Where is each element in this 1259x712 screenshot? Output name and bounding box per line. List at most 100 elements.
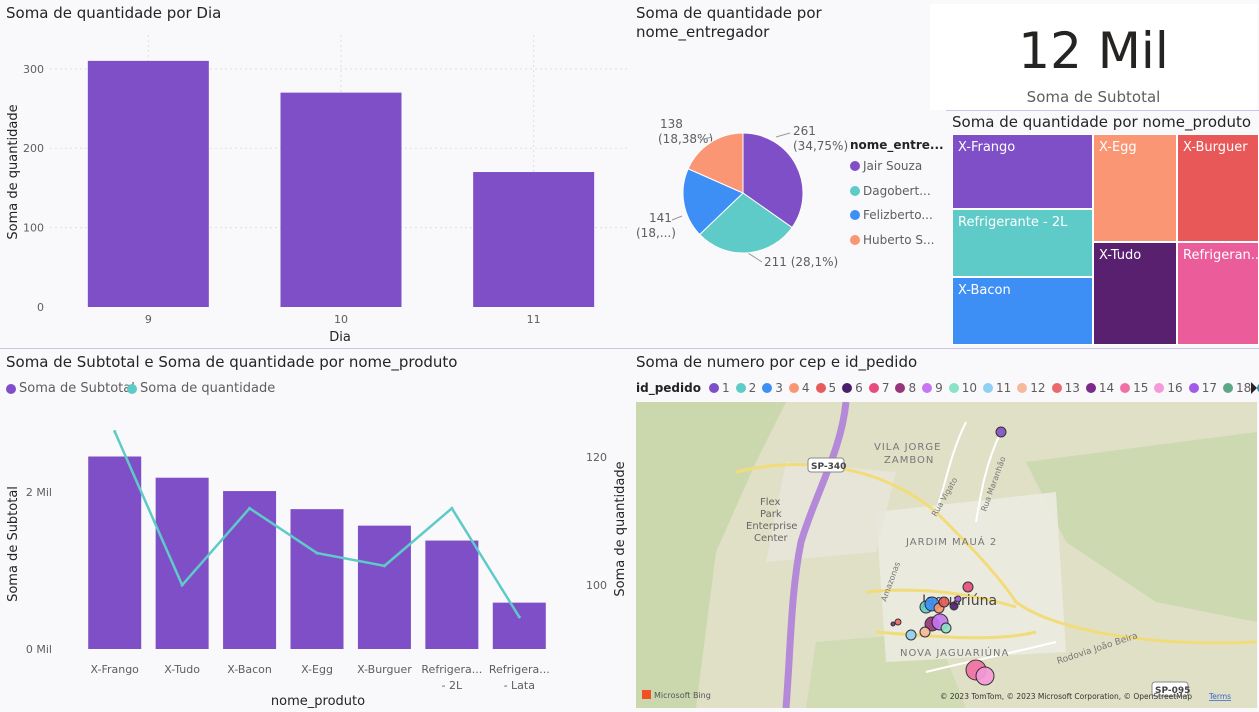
y-left-tick-label: 2 Mil (26, 486, 52, 499)
pie-legend-item-felizberto[interactable]: Felizberto... (850, 208, 933, 222)
legend-dot-icon (868, 383, 879, 393)
legend-dot-icon (1154, 383, 1165, 393)
treemap-cell-x-tudo[interactable]: X-Tudo (1093, 242, 1177, 345)
map-point[interactable] (940, 622, 952, 634)
map-legend-item-18[interactable]: 18 (1222, 381, 1251, 395)
combo-bar-4[interactable] (357, 525, 411, 649)
pie-label-huberto-value: 138 (660, 117, 683, 131)
treemap-cell-x-burguer[interactable]: X-Burguer (1177, 134, 1259, 242)
combo-bar-6[interactable] (492, 602, 546, 649)
map-legend-item-5[interactable]: 5 (815, 381, 836, 395)
map-point[interactable] (954, 595, 962, 603)
legend-dot-icon (922, 383, 933, 393)
treemap-cell-refrigerante-lata[interactable]: Refrigeran... (1177, 242, 1259, 345)
map-legend-item-2[interactable]: 2 (735, 381, 757, 395)
map-legend-label: 2 (748, 381, 757, 395)
map-legend-label: 17 (1201, 381, 1217, 395)
pie-leader-jair (775, 132, 791, 138)
bar-day-9[interactable] (87, 60, 209, 308)
combo-x-axis-title: nome_produto (271, 694, 365, 709)
treemap-cell-x-frango[interactable]: X-Frango (952, 134, 1093, 209)
map-legend-item-1[interactable]: 1 (708, 381, 730, 395)
pie-chart-visual[interactable]: Soma de quantidade por nome_entregador 2… (630, 0, 944, 348)
pie-legend-item-huberto[interactable]: Huberto S... (850, 233, 934, 247)
map-point[interactable] (938, 596, 950, 608)
combo-bar-2[interactable] (223, 491, 277, 649)
map-legend-item-4[interactable]: 4 (788, 381, 810, 395)
combo-line-point-0[interactable] (113, 430, 117, 434)
legend-dot-icon (1017, 383, 1028, 393)
legend-dot-icon (815, 383, 826, 393)
combo-bar-5[interactable] (425, 540, 479, 649)
map-legend-item-16[interactable]: 16 (1154, 381, 1183, 395)
combo-line-point-4[interactable] (382, 564, 386, 568)
map-legend-item-14[interactable]: 14 (1085, 381, 1114, 395)
map-label-zambon: ZAMBON (884, 455, 934, 466)
combo-line-point-3[interactable] (315, 551, 319, 555)
y-tick-label: 200 (23, 142, 44, 155)
map-visual-header: Soma de numero por cep e id_pedido id_pe… (632, 349, 1259, 402)
kpi-label: Soma de Subtotal (1026, 88, 1161, 106)
pie-legend-item-jair[interactable]: Jair Souza (850, 159, 922, 173)
pie-legend-label: Huberto S... (863, 233, 935, 247)
bar-chart-day-svg: 0 100 200 300 9 10 11 Dia Soma de quantidade (6, 35, 628, 345)
map-point[interactable] (894, 618, 902, 626)
bar-day-10[interactable] (280, 92, 402, 308)
kpi-card-subtotal[interactable]: 12 Mil Soma de Subtotal (930, 4, 1257, 110)
combo-line-point-5[interactable] (450, 506, 454, 510)
map-legend-item-7[interactable]: 7 (868, 381, 889, 395)
map-legend-item-13[interactable]: 13 (1051, 381, 1080, 395)
combo-x-tick-label: X-Tudo (164, 663, 200, 676)
map-legend-item-17[interactable]: 17 (1188, 381, 1217, 395)
map-legend-item-12[interactable]: 12 (1017, 381, 1046, 395)
bar-day-11[interactable] (473, 172, 595, 307)
map-point[interactable] (905, 629, 917, 641)
combo-bar-0[interactable] (88, 456, 142, 650)
bing-logo-text: Microsoft Bing (654, 691, 711, 700)
map-legend-item-11[interactable]: 11 (983, 381, 1011, 395)
map-legend-item-6[interactable]: 6 (842, 381, 863, 395)
combo-bar-3[interactable] (290, 509, 344, 649)
map-legend-item-15[interactable]: 15 (1120, 381, 1148, 395)
pie-label-dagobert: 211 (28,1%) (764, 255, 838, 269)
map-terms-link[interactable]: Terms (1208, 692, 1231, 701)
map-point[interactable] (919, 626, 931, 638)
y-tick-label: 300 (23, 63, 44, 76)
combo-line-point-6[interactable] (517, 615, 521, 619)
treemap-cell-x-bacon[interactable]: X-Bacon (952, 277, 1093, 345)
map-canvas[interactable]: SP-340 SP-095 VILA JORGE ZAMBON Flex Par… (636, 402, 1257, 708)
map-point[interactable] (962, 581, 974, 593)
map-legend-item-9[interactable]: 9 (922, 381, 943, 395)
map-label-flex: Flex (760, 497, 781, 508)
combo-line-point-2[interactable] (248, 506, 252, 510)
combo-chart-svg: 0 Mil 2 Mil 100 120 X-Frango X-Tudo X-Bacon X-E… (6, 430, 628, 709)
combo-x-tick-label: Refrigera... (421, 663, 482, 676)
map-point[interactable] (949, 601, 959, 611)
map-point[interactable] (890, 621, 896, 627)
combo-x-tick-label: X-Egg (301, 663, 333, 676)
legend-dot-icon (895, 383, 906, 393)
treemap-cell-x-egg[interactable]: X-Egg (1093, 134, 1177, 242)
treemap-cell-refrigerante-2l[interactable]: Refrigerante - 2L (952, 209, 1093, 277)
map-label-nova-jaguariuna: NOVA JAGUARIÚNA (900, 646, 1009, 659)
map-point[interactable] (975, 666, 995, 686)
combo-line-point-1[interactable] (180, 583, 184, 587)
map-legend-item-3[interactable]: 3 (762, 381, 783, 395)
pie-legend-item-dagobert[interactable]: Dagobert... (850, 184, 931, 198)
y-tick-label: 0 (37, 301, 44, 314)
treemap-visual[interactable]: Soma de quantidade por nome_produto X-Fr… (946, 110, 1259, 348)
map-legend-item-8[interactable]: 8 (895, 381, 916, 395)
combo-chart-visual[interactable]: Soma de Subtotal e Soma de quantidade po… (0, 349, 632, 712)
pie-legend-label: Felizberto... (863, 208, 933, 222)
legend-dot-icon (850, 210, 860, 220)
legend-next-icon[interactable] (1251, 382, 1257, 394)
map-point[interactable] (995, 426, 1007, 438)
bar-chart-day-visual[interactable]: Soma de quantidade por Dia 0 100 200 300 9 10… (0, 0, 630, 348)
combo-x-tick-label: Refrigera... (489, 663, 550, 676)
kpi-value: 12 Mil (1018, 22, 1169, 80)
map-legend-item-10[interactable]: 10 (948, 381, 977, 395)
y-right-tick-label: 100 (586, 579, 607, 592)
pie-legend-title: nome_entre... (850, 138, 944, 152)
map-legend-label: 9 (935, 381, 943, 395)
map-label-enterprise: Enterprise (746, 521, 797, 532)
